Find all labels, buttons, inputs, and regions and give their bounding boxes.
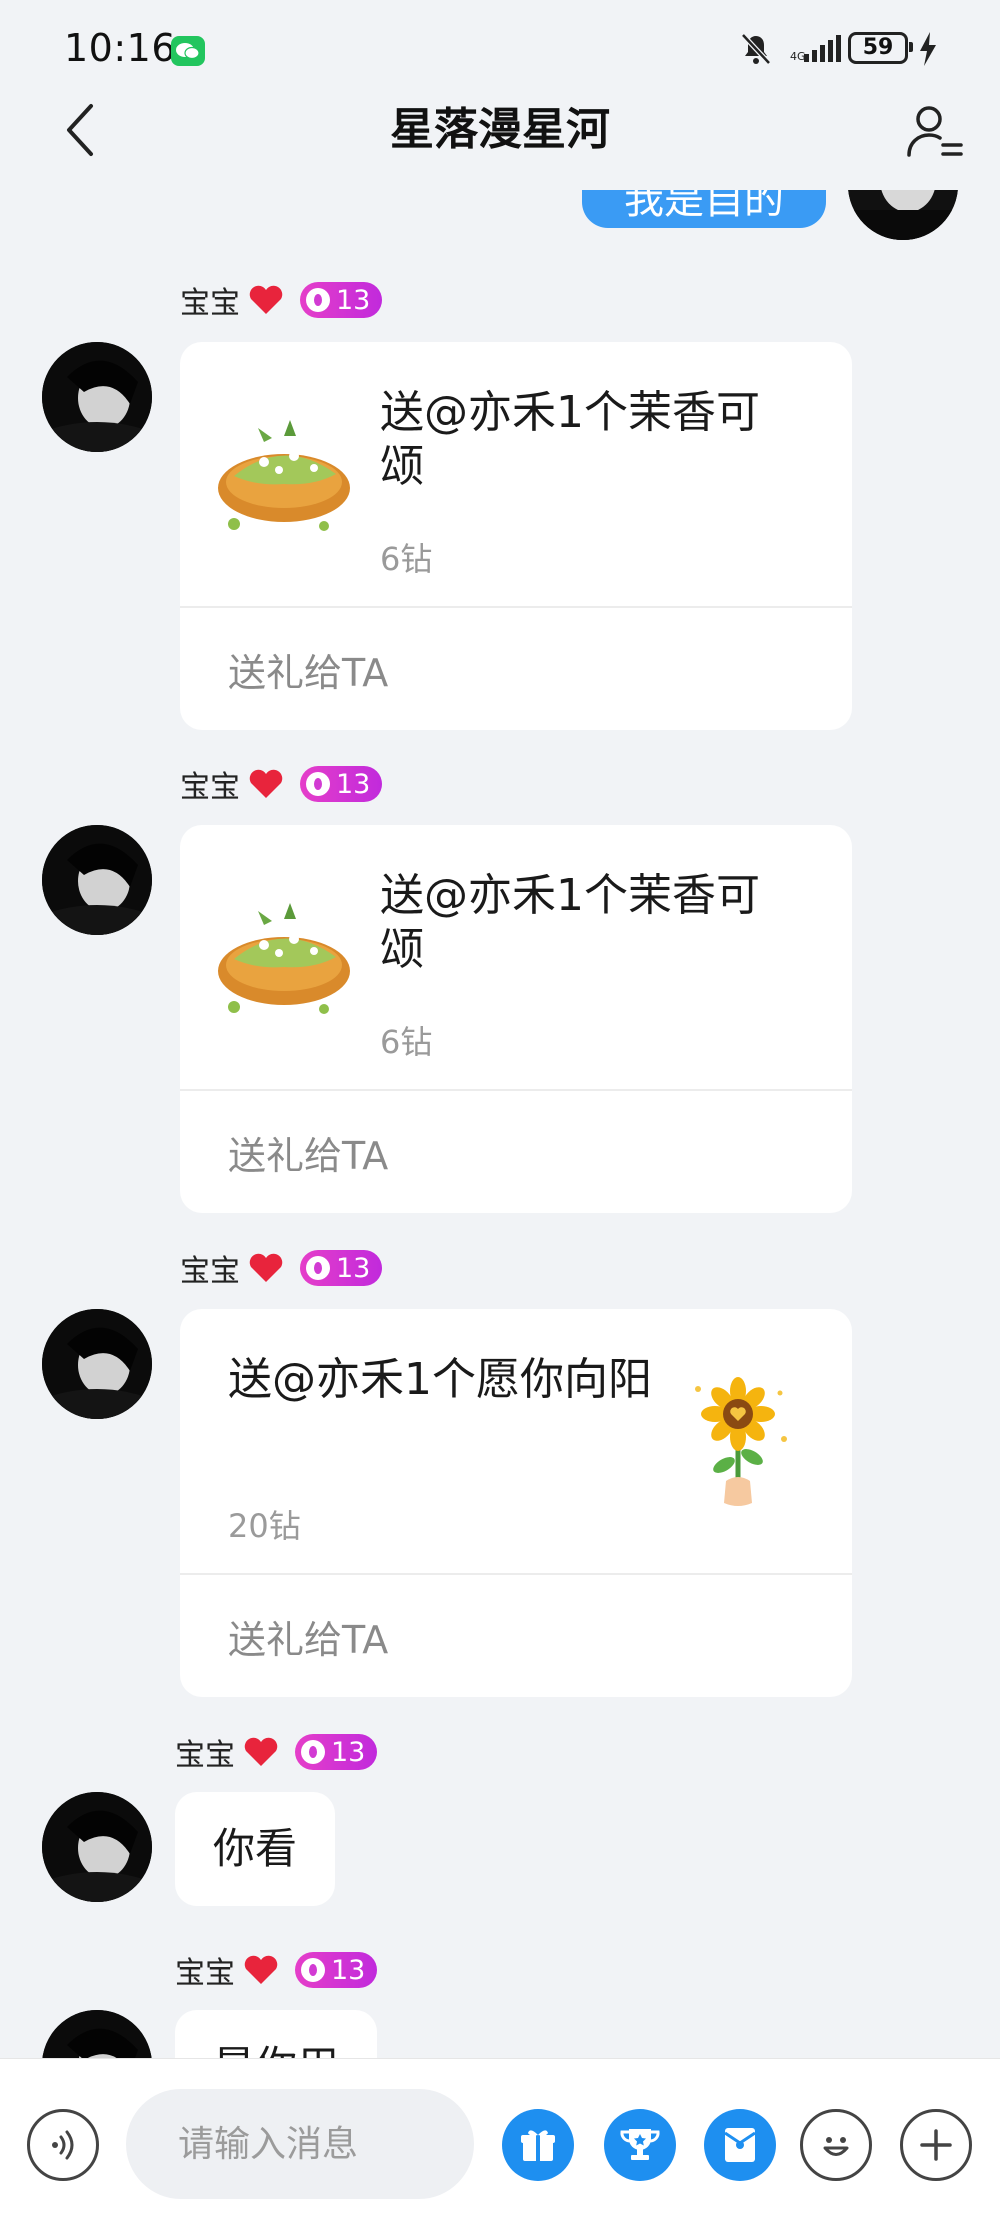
level-value: 13 bbox=[331, 1954, 366, 1986]
my-avatar[interactable] bbox=[848, 190, 958, 240]
signal-icon: 4G bbox=[790, 35, 841, 63]
sunflower-image bbox=[695, 1377, 787, 1506]
profile-menu-button[interactable] bbox=[900, 96, 970, 166]
gift-description: 送@亦禾1个茉香可颂 bbox=[380, 870, 760, 975]
sender-name: 宝宝 bbox=[175, 1738, 235, 1773]
sender-avatar[interactable] bbox=[42, 342, 152, 452]
wechat-notification-icon bbox=[171, 36, 205, 66]
send-gift-button[interactable]: 送礼给TA bbox=[228, 1125, 388, 1180]
gift-message-card[interactable]: 送@亦禾1个愿你向阳 20钻 送礼给TA bbox=[180, 1309, 852, 1697]
gift-description: 送@亦禾1个愿你向阳 bbox=[228, 1354, 652, 1405]
croissant-image bbox=[218, 420, 350, 531]
message-input-bar bbox=[0, 2058, 1000, 2226]
sender-label: 宝宝 13 bbox=[180, 764, 383, 805]
status-time: 10:16 bbox=[64, 26, 177, 70]
level-icon bbox=[301, 1740, 325, 1764]
sender-label: 宝宝 13 bbox=[175, 1950, 378, 1991]
sender-label: 宝宝 13 bbox=[175, 1732, 378, 1773]
text-message-bubble[interactable]: 是你用 bbox=[175, 2010, 378, 2058]
sender-name: 宝宝 bbox=[175, 1956, 235, 1991]
level-icon bbox=[306, 288, 330, 312]
battery-tip bbox=[909, 42, 913, 52]
emoji-icon bbox=[823, 2137, 849, 2156]
sender-label: 宝宝 13 bbox=[180, 1248, 383, 1289]
gift-message-card[interactable]: 送@亦禾1个茉香可颂 6钻 送礼给TA bbox=[180, 342, 852, 730]
more-options-button[interactable] bbox=[900, 2109, 972, 2181]
svg-text:4G: 4G bbox=[790, 50, 806, 63]
gift-icon bbox=[521, 2130, 555, 2161]
divider bbox=[180, 1573, 852, 1575]
status-bar: 10:16 4G 59 bbox=[0, 0, 1000, 100]
chat-message-list[interactable]: 我是自的 宝宝 13 送@亦禾1个茉香可颂 6钻 送礼给TA 宝宝 13 送@亦… bbox=[0, 190, 1000, 2058]
divider bbox=[180, 606, 852, 608]
sender-name: 宝宝 bbox=[180, 770, 240, 805]
gift-price: 20钻 bbox=[228, 1507, 301, 1545]
send-gift-button[interactable]: 送礼给TA bbox=[228, 642, 388, 697]
plus-icon bbox=[920, 2129, 952, 2161]
heart-icon bbox=[249, 285, 283, 314]
gift-message-card[interactable]: 送@亦禾1个茉香可颂 6钻 送礼给TA bbox=[180, 825, 852, 1213]
level-icon bbox=[301, 1958, 325, 1982]
nav-bar: 星落漫星河 bbox=[0, 100, 1000, 190]
sender-avatar[interactable] bbox=[42, 2010, 152, 2058]
gift-price: 6钻 bbox=[380, 1023, 433, 1061]
level-value: 13 bbox=[336, 1252, 371, 1284]
level-badge: 13 bbox=[300, 1250, 383, 1286]
trophy-icon bbox=[620, 2129, 660, 2160]
voice-icon bbox=[52, 2130, 74, 2160]
charging-icon bbox=[920, 32, 936, 66]
level-badge: 13 bbox=[300, 766, 383, 802]
sender-name: 宝宝 bbox=[180, 1254, 240, 1289]
gift-description: 送@亦禾1个茉香可颂 bbox=[380, 387, 760, 492]
profile-menu-icon bbox=[907, 106, 963, 157]
red-packet-icon bbox=[724, 2128, 756, 2162]
red-packet-button[interactable] bbox=[704, 2109, 776, 2181]
text-message-bubble[interactable]: 你看 bbox=[175, 1792, 336, 1906]
level-icon bbox=[306, 772, 330, 796]
trophy-button[interactable] bbox=[604, 2109, 676, 2181]
message-text: 是你用 bbox=[213, 2042, 339, 2058]
croissant-image bbox=[218, 903, 350, 1014]
voice-input-button[interactable] bbox=[27, 2109, 99, 2181]
sender-avatar[interactable] bbox=[42, 1792, 152, 1902]
level-badge: 13 bbox=[295, 1734, 378, 1770]
sender-label: 宝宝 13 bbox=[180, 280, 383, 321]
sent-message-bubble[interactable]: 我是自的 bbox=[582, 190, 826, 228]
sent-message-text: 我是自的 bbox=[624, 190, 784, 223]
battery-indicator: 59 bbox=[848, 32, 908, 64]
chat-title: 星落漫星河 bbox=[390, 104, 610, 155]
level-value: 13 bbox=[336, 284, 371, 316]
gift-price: 6钻 bbox=[380, 540, 433, 578]
heart-icon bbox=[244, 1955, 278, 1984]
sender-avatar[interactable] bbox=[42, 825, 152, 935]
gift-button[interactable] bbox=[502, 2109, 574, 2181]
heart-icon bbox=[249, 1253, 283, 1282]
message-text: 你看 bbox=[213, 1824, 298, 1873]
sender-name: 宝宝 bbox=[180, 286, 240, 321]
heart-icon bbox=[244, 1737, 278, 1766]
level-icon bbox=[306, 1256, 330, 1280]
mute-icon bbox=[741, 33, 771, 65]
level-badge: 13 bbox=[300, 282, 383, 318]
emoji-button[interactable] bbox=[800, 2109, 872, 2181]
level-value: 13 bbox=[331, 1736, 366, 1768]
message-input[interactable] bbox=[126, 2089, 474, 2199]
send-gift-button[interactable]: 送礼给TA bbox=[228, 1609, 388, 1664]
sender-avatar[interactable] bbox=[42, 1309, 152, 1419]
level-value: 13 bbox=[336, 768, 371, 800]
level-badge: 13 bbox=[295, 1952, 378, 1988]
divider bbox=[180, 1089, 852, 1091]
heart-icon bbox=[249, 769, 283, 798]
